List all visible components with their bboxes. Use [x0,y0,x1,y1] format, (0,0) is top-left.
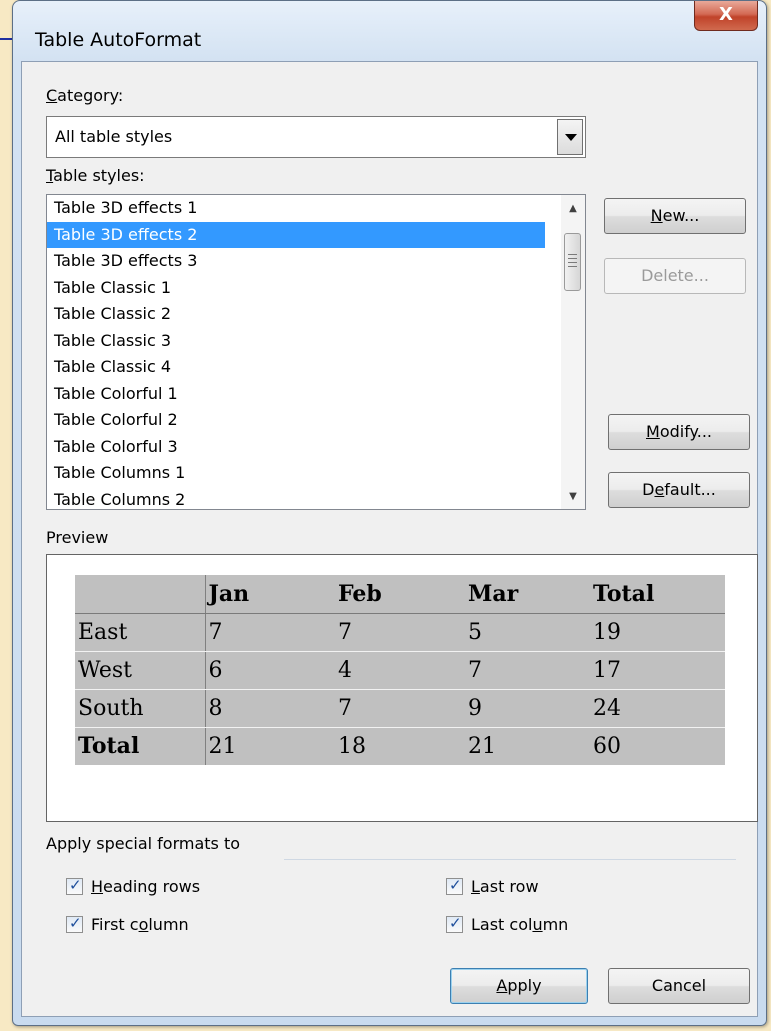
table-row: Jan Feb Mar Total [75,575,725,614]
chevron-down-icon[interactable] [557,119,583,155]
table-cell: 7 [335,689,465,728]
list-scrollbar[interactable]: ▲ ▼ [561,195,585,509]
preview-area: Jan Feb Mar Total East 7 7 5 19 West 6 4 7 17 South 8 7 9… [46,554,758,822]
table-cell: 9 [465,689,590,728]
modify-button[interactable]: Modify... [608,414,750,450]
list-item[interactable]: Table 3D effects 2 [47,221,545,248]
table-cell: 8 [205,689,335,728]
list-item[interactable]: Table Classic 2 [47,301,545,328]
default-button[interactable]: Default... [608,472,750,508]
last-column-label: Last column [471,915,569,934]
list-item[interactable]: Table Colorful 2 [47,407,545,434]
checkbox-checked-icon: ✓ [446,876,463,895]
special-formats-label: Apply special formats to [46,834,241,853]
table-cell: 4 [335,651,465,690]
list-item[interactable]: Table Colorful 1 [47,381,545,408]
table-cell: Total [590,575,725,614]
table-cell: 7 [335,613,465,652]
scroll-up-icon[interactable]: ▲ [561,199,585,219]
table-styles-list[interactable]: Table 3D effects 1 Table 3D effects 2 Tabl… [46,194,586,510]
close-icon: X [719,4,733,25]
table-cell: 21 [208,733,237,759]
table-cell: 17 [590,651,725,690]
list-item[interactable]: Table Columns 1 [47,460,545,487]
delete-button[interactable]: Delete... [604,258,746,294]
list-item[interactable]: Table Colorful 3 [47,434,545,461]
first-column-checkbox[interactable]: ✓ First column [66,914,189,934]
heading-rows-label: Heading rows [91,877,201,896]
checkbox-checked-icon: ✓ [66,914,83,933]
checkbox-checked-icon: ✓ [446,914,463,933]
table-cell: 5 [465,613,590,652]
scroll-thumb[interactable] [564,233,581,291]
last-column-checkbox[interactable]: ✓ Last column [446,914,569,934]
table-cell: Total [75,727,206,765]
checkbox-checked-icon: ✓ [66,876,83,895]
category-select-value: All table styles [55,127,173,146]
table-cell: East [75,613,206,652]
table-cell: Mar [465,575,590,614]
last-row-label: Last row [471,877,539,896]
table-row: West 6 4 7 17 [75,651,725,690]
list-item[interactable]: Table 3D effects 3 [47,248,545,275]
table-cell: 18 [338,733,366,759]
last-row-checkbox[interactable]: ✓ Last row [446,876,539,896]
table-row: East 7 7 5 19 [75,613,725,652]
preview-table: Jan Feb Mar Total East 7 7 5 19 West 6 4 7 17 South 8 7 9… [75,575,725,765]
preview-label: Preview [46,528,109,547]
heading-rows-checkbox[interactable]: ✓ Heading rows [66,876,201,896]
dialog-title: Table AutoFormat [35,29,202,51]
close-button[interactable]: X [694,1,758,31]
table-cell: 6 [205,651,335,690]
category-select[interactable]: All table styles [46,116,586,158]
list-item[interactable]: Table Classic 3 [47,328,545,355]
table-cell: South [75,689,206,728]
table-cell: 19 [590,613,725,652]
table-autoformat-dialog: Table AutoFormat X Category: All table s… [12,0,767,1026]
table-cell: 60 [593,733,621,759]
category-label: Category: [46,86,124,105]
group-divider [284,859,736,860]
list-item[interactable]: Table Columns 2 [47,487,545,510]
table-cell: 21 [468,733,496,759]
new-button[interactable]: New... [604,198,746,234]
table-cell: 7 [205,613,335,652]
scroll-down-icon[interactable]: ▼ [561,487,585,507]
table-cell: West [75,651,206,690]
apply-button[interactable]: Apply [450,968,588,1004]
first-column-label: First column [91,915,189,934]
table-row: Total 21 18 21 60 [75,727,725,765]
table-cell: Jan [205,575,335,614]
table-styles-label: Table styles: [46,166,145,185]
list-item[interactable]: Table Classic 1 [47,275,545,302]
table-cell: 24 [590,689,725,728]
table-cell: 7 [465,651,590,690]
dialog-client-area: Category: All table styles Table styles:… [21,61,758,1017]
table-row: South 8 7 9 24 [75,689,725,728]
list-item[interactable]: Table Classic 4 [47,354,545,381]
cancel-button[interactable]: Cancel [608,968,750,1004]
table-cell: Feb [335,575,465,614]
list-item[interactable]: Table 3D effects 1 [47,195,545,222]
table-cell [75,575,206,614]
